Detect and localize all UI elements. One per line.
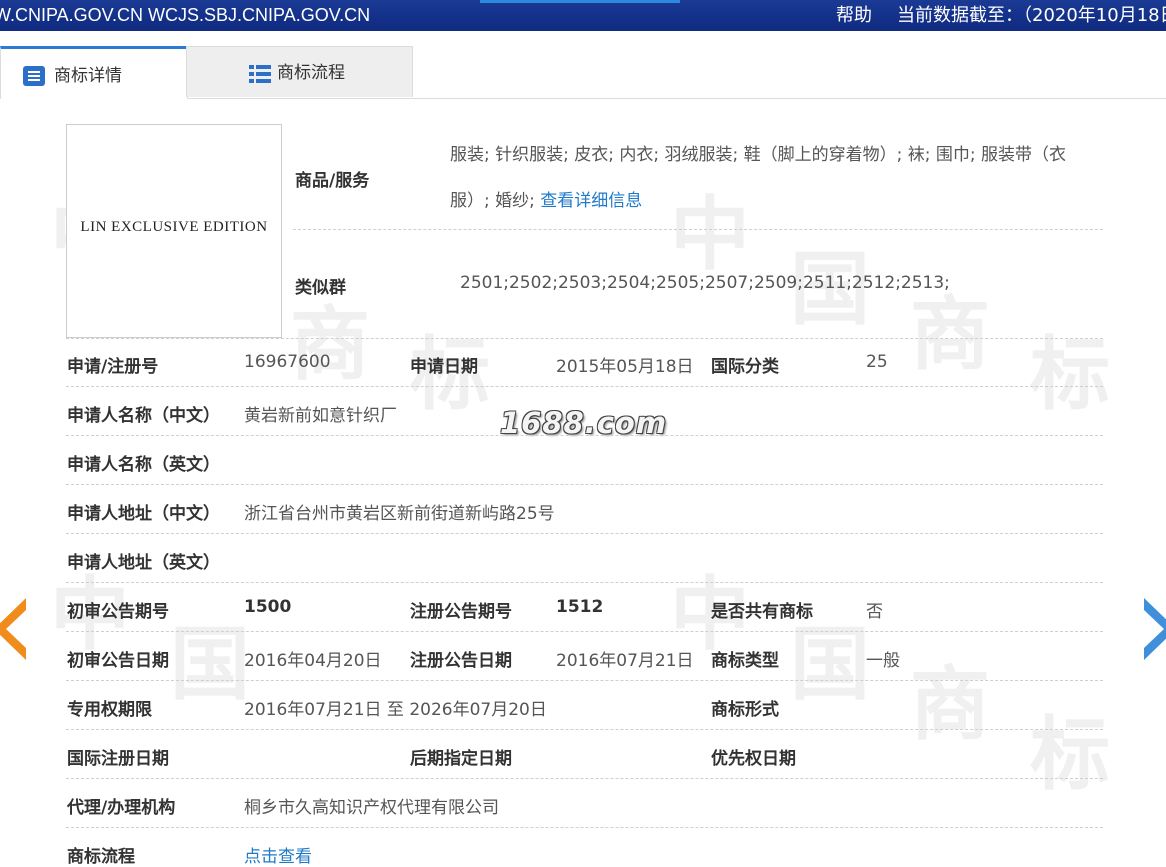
tab-label: 商标流程 — [277, 63, 345, 83]
exclusive-period-label: 专用权期限 — [67, 700, 152, 720]
view-details-link[interactable]: 查看详细信息 — [540, 191, 642, 211]
similar-group-label: 类似群 — [295, 278, 346, 298]
previous-arrow-icon[interactable] — [0, 598, 26, 660]
later-designation-label: 后期指定日期 — [410, 749, 512, 769]
top-bar: W.CNIPA.GOV.CN WCJS.SBJ.CNIPA.GOV.CN 帮助 … — [0, 0, 1166, 31]
watermark-char: 商 — [910, 658, 990, 751]
applicant-cn-value: 黄岩新前如意针织厂 — [244, 406, 397, 426]
prelim-date-label: 初审公告日期 — [67, 651, 169, 671]
reg-pub-no-value: 1512 — [556, 597, 604, 617]
divider — [66, 582, 1103, 583]
tab-trademark-details[interactable]: 商标详情 — [0, 46, 188, 99]
tab-label: 商标详情 — [54, 66, 122, 86]
applicant-en-label: 申请人名称（英文） — [67, 455, 220, 475]
divider — [293, 229, 1103, 230]
address-cn-value: 浙江省台州市黄岩区新前街道新屿路25号 — [244, 504, 555, 524]
intl-reg-date-label: 国际注册日期 — [67, 749, 169, 769]
prelim-no-value: 1500 — [244, 597, 292, 617]
priority-date-label: 优先权日期 — [711, 749, 796, 769]
mark-form-label: 商标形式 — [711, 700, 779, 720]
next-arrow-icon[interactable] — [1144, 598, 1166, 660]
divider — [66, 631, 1103, 632]
divider — [66, 827, 1103, 828]
exclusive-period-value: 2016年07月21日 至 2026年07月20日 — [244, 700, 547, 720]
tab-trademark-process[interactable]: 商标流程 — [186, 46, 413, 97]
divider — [66, 533, 1103, 534]
reg-pub-date-label: 注册公告日期 — [410, 651, 512, 671]
site-url: W.CNIPA.GOV.CN WCJS.SBJ.CNIPA.GOV.CN — [0, 5, 371, 25]
applicant-cn-label: 申请人名称（中文） — [67, 406, 220, 426]
divider — [66, 729, 1103, 730]
trademark-logo-text: LIN EXCLUSIVE EDITION — [80, 219, 268, 235]
goods-line-2: 服）; 婚纱; 查看详细信息 — [450, 178, 1090, 224]
intl-class-label: 国际分类 — [711, 357, 779, 377]
shared-mark-label: 是否共有商标 — [711, 602, 813, 622]
divider — [66, 386, 1103, 387]
apply-date-label: 申请日期 — [410, 357, 478, 377]
goods-line-1: 服装; 针织服装; 皮衣; 内衣; 羽绒服装; 鞋（脚上的穿着物）; 袜; 围巾… — [450, 145, 1067, 165]
goods-label: 商品/服务 — [295, 171, 370, 191]
similar-group-value: 2501;2502;2503;2504;2505;2507;2509;2511;… — [460, 273, 950, 293]
data-cutoff-date: 当前数据截至：（2020年10月18日 — [897, 5, 1166, 26]
goods-line-2-text: 服）; 婚纱; — [450, 191, 535, 211]
goods-services-value: 服装; 针织服装; 皮衣; 内衣; 羽绒服装; 鞋（脚上的穿着物）; 袜; 围巾… — [450, 132, 1090, 224]
reg-pub-date-value: 2016年07月21日 — [556, 651, 694, 671]
watermark-char: 标 — [1030, 328, 1110, 421]
prelim-no-label: 初审公告期号 — [67, 602, 169, 622]
intl-class-value: 25 — [866, 352, 888, 372]
watermark-char: 标 — [1030, 708, 1110, 801]
mark-type-value: 一般 — [866, 651, 900, 671]
address-en-label: 申请人地址（英文） — [67, 553, 220, 573]
reg-no-label: 申请/注册号 — [67, 357, 159, 377]
trademark-image: LIN EXCLUSIVE EDITION — [66, 124, 282, 338]
tab-bar: 商标详情 商标流程 — [0, 46, 1166, 99]
list-doc-icon — [23, 66, 45, 86]
reg-no-value: 16967600 — [244, 352, 331, 372]
watermark-char: 国 — [170, 618, 250, 711]
apply-date-value: 2015年05月18日 — [556, 357, 694, 377]
divider — [66, 484, 1103, 485]
agent-label: 代理/办理机构 — [67, 798, 176, 818]
divider — [66, 338, 1103, 339]
help-link[interactable]: 帮助 — [836, 0, 872, 31]
address-cn-label: 申请人地址（中文） — [67, 504, 220, 524]
shared-mark-value: 否 — [866, 602, 883, 622]
mark-type-label: 商标类型 — [711, 651, 779, 671]
process-view-link[interactable]: 点击查看 — [244, 842, 312, 867]
process-label: 商标流程 — [67, 847, 135, 867]
divider — [66, 778, 1103, 779]
prelim-date-value: 2016年04月20日 — [244, 651, 382, 671]
agent-value: 桐乡市久高知识产权代理有限公司 — [244, 798, 499, 818]
divider — [66, 680, 1103, 681]
divider — [66, 435, 1103, 436]
top-accent-strip — [480, 0, 680, 3]
reg-pub-no-label: 注册公告期号 — [410, 602, 512, 622]
table-list-icon — [249, 65, 271, 83]
